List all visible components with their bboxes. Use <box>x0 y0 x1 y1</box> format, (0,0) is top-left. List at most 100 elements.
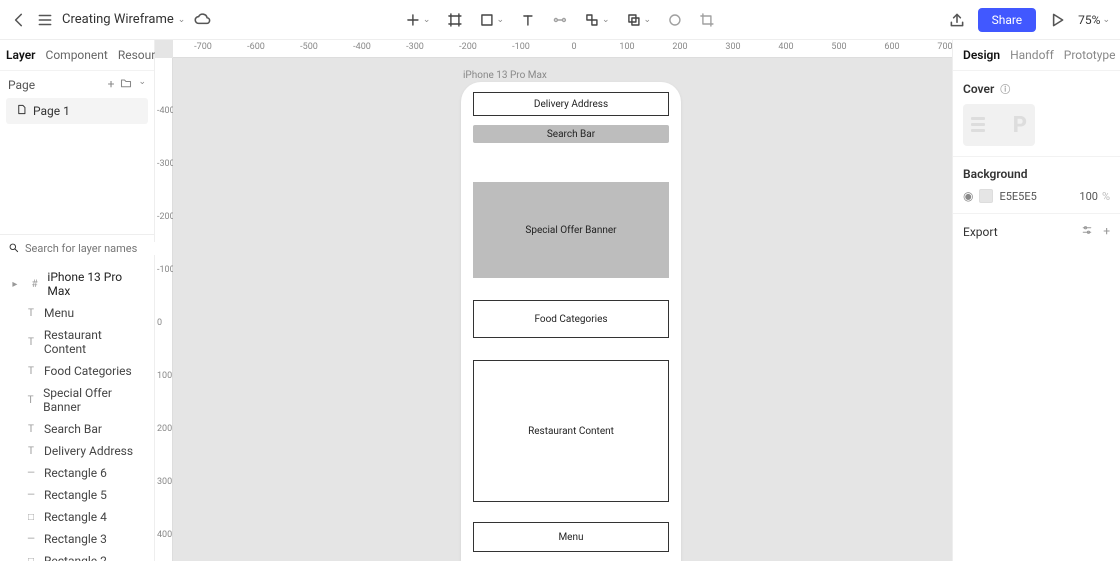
background-section: Background ◉ E5E5E5 100 % <box>953 157 1120 214</box>
ruler-horizontal: -700 -600 -500 -400 -300 -200 -100 0 100… <box>173 40 952 58</box>
page-name: Page 1 <box>33 104 70 118</box>
layer-item[interactable]: T Search Bar <box>0 418 154 440</box>
text-icon: T <box>24 335 38 349</box>
right-panel: Design Handoff Prototype Cover ⓘ P Backgr… <box>952 40 1120 561</box>
add-page-icon[interactable]: + <box>108 77 115 92</box>
component-tool[interactable]: ⌄ <box>584 12 610 28</box>
toolbar-center: ⌄ ⌄ ⌄ ⌄ <box>405 12 715 28</box>
layer-name: Rectangle 4 <box>44 510 107 524</box>
layer-name: Search Bar <box>44 422 102 436</box>
background-opacity[interactable]: 100 <box>1079 190 1098 203</box>
share-button[interactable]: Share <box>978 8 1037 32</box>
tab-prototype[interactable]: Prototype <box>1064 48 1116 62</box>
cloud-sync-icon[interactable] <box>193 11 211 29</box>
layer-item[interactable]: T Restaurant Content <box>0 324 154 360</box>
line-icon: — <box>24 488 38 502</box>
layer-item[interactable]: □ Rectangle 2 <box>0 550 154 561</box>
wireframe-box[interactable]: Food Categories <box>473 300 669 338</box>
layer-search-input[interactable] <box>25 242 165 255</box>
frame-tool[interactable] <box>446 12 462 28</box>
zoom-control[interactable]: 75%⌄ <box>1078 13 1110 27</box>
tab-component[interactable]: Component <box>46 48 108 62</box>
canvas[interactable]: iPhone 13 Pro Max Delivery Address Searc… <box>173 58 952 561</box>
export-icon[interactable] <box>948 11 966 29</box>
wireframe-box[interactable]: Special Offer Banner <box>473 182 669 278</box>
cover-letter: P <box>1013 113 1027 138</box>
text-icon: T <box>24 422 38 436</box>
layer-item[interactable]: T Delivery Address <box>0 440 154 462</box>
layer-item[interactable]: —Rectangle 5 <box>0 484 154 506</box>
layer-name: Rectangle 2 <box>44 554 107 561</box>
export-settings-icon[interactable] <box>1081 224 1093 239</box>
design-frame[interactable]: Delivery Address Search Bar Special Offe… <box>461 82 681 561</box>
export-label: Export <box>963 225 998 239</box>
canvas-area[interactable]: -700 -600 -500 -400 -300 -200 -100 0 100… <box>155 40 952 561</box>
text-icon: T <box>24 444 38 458</box>
rect-icon: □ <box>24 510 38 524</box>
connector-tool[interactable] <box>552 12 568 28</box>
wireframe-box[interactable]: Search Bar <box>473 125 669 143</box>
cover-thumbnail[interactable]: P <box>963 104 1035 146</box>
boolean-tool[interactable]: ⌄ <box>626 12 652 28</box>
line-icon: — <box>24 466 38 480</box>
tab-layer[interactable]: Layer <box>6 48 36 62</box>
text-icon: T <box>24 393 37 407</box>
tab-design[interactable]: Design <box>963 48 1000 62</box>
chevron-down-icon: ⌄ <box>178 15 186 25</box>
visibility-icon[interactable]: ◉ <box>963 189 973 203</box>
layer-item[interactable]: T Food Categories <box>0 360 154 382</box>
text-icon: T <box>24 364 38 378</box>
page-section-title: Page <box>8 78 35 92</box>
layer-name: iPhone 13 Pro Max <box>47 270 146 298</box>
layer-item[interactable]: □ Rectangle 4 <box>0 506 154 528</box>
frame-label[interactable]: iPhone 13 Pro Max <box>463 70 547 81</box>
layer-name: Rectangle 3 <box>44 532 107 546</box>
color-swatch[interactable] <box>979 189 993 203</box>
crop-tool[interactable] <box>699 12 715 28</box>
right-panel-tabs: Design Handoff Prototype <box>953 40 1120 71</box>
layer-name: Special Offer Banner <box>43 386 146 414</box>
wireframe-box[interactable]: Menu <box>473 522 669 552</box>
wireframe-box[interactable]: Delivery Address <box>473 92 669 116</box>
left-panel: Layer Component Resource Page + ⌄ Page 1… <box>0 40 155 561</box>
toolbar-right: Share 75%⌄ <box>948 8 1110 32</box>
layer-name: Delivery Address <box>44 444 133 458</box>
background-hex[interactable]: E5E5E5 <box>999 190 1036 203</box>
chevron-icon: ▸ <box>8 277 22 291</box>
frame-icon: # <box>28 277 42 291</box>
wireframe-box[interactable]: Restaurant Content <box>473 360 669 502</box>
back-icon[interactable] <box>10 11 28 29</box>
layer-name: Restaurant Content <box>44 328 146 356</box>
export-section: Export + <box>953 214 1120 249</box>
page-icon <box>16 104 27 118</box>
text-icon: T <box>24 306 38 320</box>
layer-item[interactable]: —Rectangle 3 <box>0 528 154 550</box>
chevron-down-icon[interactable]: ⌄ <box>138 77 146 92</box>
search-icon <box>8 242 19 256</box>
add-tool[interactable]: ⌄ <box>405 12 431 28</box>
info-icon[interactable]: ⓘ <box>1000 81 1010 96</box>
mask-tool[interactable] <box>667 12 683 28</box>
document-title[interactable]: Creating Wireframe ⌄ <box>62 12 185 27</box>
layer-name: Menu <box>44 306 74 320</box>
add-export-icon[interactable]: + <box>1103 224 1110 239</box>
text-tool[interactable] <box>520 12 536 28</box>
document-title-text: Creating Wireframe <box>62 12 174 27</box>
cover-label: Cover <box>963 82 994 96</box>
shape-tool[interactable]: ⌄ <box>478 12 504 28</box>
layer-frame-root[interactable]: ▸ # iPhone 13 Pro Max <box>0 266 154 302</box>
page-section-header: Page + ⌄ <box>0 71 154 98</box>
rect-icon: □ <box>24 554 38 561</box>
page-item[interactable]: Page 1 <box>6 98 148 124</box>
top-toolbar: Creating Wireframe ⌄ ⌄ ⌄ ⌄ ⌄ Share 75%⌄ <box>0 0 1120 40</box>
layer-item[interactable]: T Menu <box>0 302 154 324</box>
toolbar-left: Creating Wireframe ⌄ <box>10 11 211 29</box>
layer-name: Food Categories <box>44 364 132 378</box>
layer-item[interactable]: T Special Offer Banner <box>0 382 154 418</box>
cover-section: Cover ⓘ P <box>953 71 1120 157</box>
tab-handoff[interactable]: Handoff <box>1010 48 1054 62</box>
folder-icon[interactable] <box>120 77 132 92</box>
layer-item[interactable]: —Rectangle 6 <box>0 462 154 484</box>
menu-icon[interactable] <box>36 11 54 29</box>
play-icon[interactable] <box>1048 11 1066 29</box>
